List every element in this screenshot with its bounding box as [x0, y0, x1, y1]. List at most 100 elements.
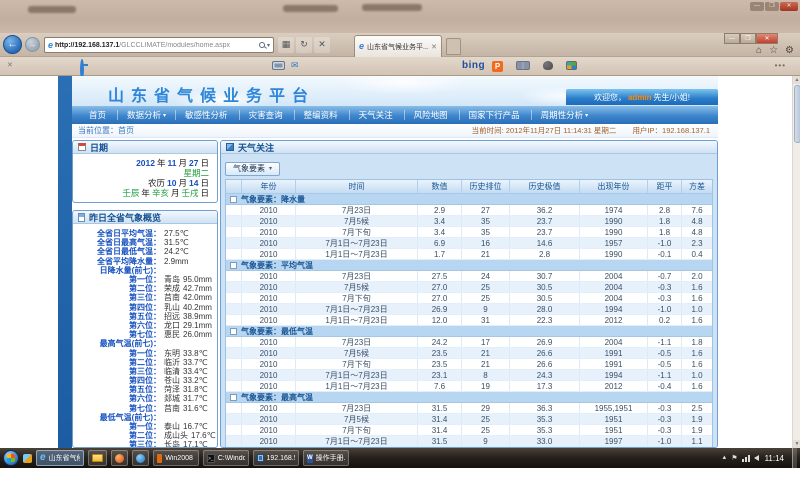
group-checkbox[interactable]: [230, 328, 237, 335]
group-checkbox[interactable]: [230, 262, 237, 269]
taskbar-folder-button[interactable]: [88, 450, 107, 466]
column-header[interactable]: 出现年份: [580, 180, 648, 193]
nav-item[interactable]: 周期性分析▾: [531, 110, 598, 120]
group-header-row[interactable]: 气象要素：最低气温: [226, 326, 712, 337]
apps-grid-icon[interactable]: [566, 61, 577, 70]
addon-toolbar: ✕ ✉ bing P •••: [0, 57, 800, 76]
nav-item[interactable]: 天气关注: [349, 110, 404, 120]
table-row[interactable]: 2010 7月5候 27.0 25 30.5 2004: [226, 282, 712, 293]
taskbar-player-button[interactable]: [132, 450, 149, 466]
maximize-icon[interactable]: ❐: [740, 33, 756, 44]
more-options-icon[interactable]: •••: [775, 61, 786, 70]
start-button[interactable]: [3, 450, 19, 466]
cell-variance: 1.6: [682, 293, 712, 303]
favorites-star-icon[interactable]: ☆: [769, 45, 778, 56]
table-row[interactable]: 2010 1月1日～7月23日 12.0 31 22.3 2012: [226, 315, 712, 326]
scrollbar-thumb[interactable]: [794, 85, 800, 143]
group-header-row[interactable]: 气象要素：平均气温: [226, 260, 712, 271]
table-row[interactable]: 2010 7月1日～7月23日 23.1 8 24.3 1994: [226, 370, 712, 381]
table-row[interactable]: 2010 7月23日 2.9 27 36.2 1974: [226, 205, 712, 216]
camera-icon[interactable]: [272, 61, 285, 70]
table-row[interactable]: 2010 1月1日～7月23日 1.7 21 2.8 1990: [226, 249, 712, 260]
taskbar-clock[interactable]: 11:14: [763, 454, 788, 463]
addon-close-icon[interactable]: ✕: [7, 61, 13, 69]
browser-tab[interactable]: e 山东省气候业务平... ✕: [354, 35, 442, 57]
url-text[interactable]: http://192.168.137.1/GLCCLIMATE/modules/…: [55, 42, 257, 49]
back-button[interactable]: ←: [3, 35, 22, 54]
cell-variance: 1.1: [682, 436, 712, 446]
table-row[interactable]: 2010 7月下旬 27.0 25 30.5 2004: [226, 293, 712, 304]
nav-item[interactable]: 首页: [80, 110, 117, 120]
group-checkbox[interactable]: [230, 196, 237, 203]
group-checkbox[interactable]: [230, 394, 237, 401]
chevron-down-icon[interactable]: ▾: [267, 42, 270, 49]
scroll-up-icon[interactable]: ▲: [793, 76, 800, 84]
tab-close-icon[interactable]: ✕: [431, 43, 437, 51]
table-row[interactable]: 2010 7月下旬 31.4 25 35.3 1951: [226, 425, 712, 436]
minimize-icon[interactable]: —: [724, 33, 740, 44]
table-row[interactable]: 2010 7月下旬 3.4 35 23.7 1990: [226, 227, 712, 238]
table-row[interactable]: 2010 7月23日 24.2 17 26.9 2004: [226, 337, 712, 348]
nav-item[interactable]: 风险地图: [404, 110, 459, 120]
table-row[interactable]: 2010 7月下旬 23.5 21 26.6 1991: [226, 359, 712, 370]
table-row[interactable]: 2010 7月23日 31.5 29 36.3 1955,1951: [226, 403, 712, 414]
table-row[interactable]: 2010 7月5候 31.4 25 35.3 1951: [226, 414, 712, 425]
taskbar-cmd-button[interactable]: >_ C:\Windows\s...: [203, 450, 249, 466]
table-row[interactable]: 2010 7月1日～7月23日 26.9 9 28.0 1994: [226, 304, 712, 315]
search-icon[interactable]: [259, 42, 265, 48]
plugin-badge[interactable]: P: [492, 61, 503, 72]
column-header[interactable]: 历史排位: [462, 180, 510, 193]
table-row[interactable]: 2010 7月1日～7月23日 6.9 16 14.6 1957: [226, 238, 712, 249]
action-center-flag-icon[interactable]: ⚑: [731, 454, 737, 462]
nav-item[interactable]: 国家下行产品: [459, 110, 531, 120]
volume-icon[interactable]: [754, 455, 759, 461]
show-hidden-icons-icon[interactable]: ▲: [721, 455, 727, 461]
new-tab-button[interactable]: [446, 38, 461, 55]
column-header[interactable]: 方差: [682, 180, 712, 193]
weather-summary-row: 全省平均降水量： 2.9mm: [73, 257, 217, 266]
forward-button[interactable]: →: [25, 37, 40, 52]
group-header-row[interactable]: 气象要素：最高气温: [226, 392, 712, 403]
paw-icon[interactable]: [543, 61, 553, 70]
column-header[interactable]: 距平: [648, 180, 682, 193]
taskbar-ie-button[interactable]: e 山东省气候...: [36, 450, 84, 466]
table-row[interactable]: 2010 7月5候 3.4 35 23.7 1990: [226, 216, 712, 227]
nav-item[interactable]: 整编资料: [294, 110, 349, 120]
table-row[interactable]: 2010 1月1日～7月23日 7.6 19 17.3 2012: [226, 381, 712, 392]
element-filter-button[interactable]: 气象要素 ▾: [225, 162, 280, 176]
compatibility-view-icon[interactable]: ▦: [278, 37, 294, 53]
stop-icon[interactable]: ✕: [314, 37, 330, 53]
table-row[interactable]: 2010 7月1日～7月23日 31.5 9 33.0 1997: [226, 436, 712, 447]
show-desktop-button[interactable]: [792, 448, 797, 468]
scroll-down-icon[interactable]: ▼: [793, 440, 800, 448]
bing-logo[interactable]: bing: [462, 60, 485, 71]
tools-gear-icon[interactable]: ⚙: [785, 45, 794, 56]
nav-item[interactable]: 敏感性分析: [175, 110, 239, 120]
column-header[interactable]: 年份: [242, 180, 296, 193]
column-header[interactable]: 时间: [296, 180, 418, 193]
maximize-icon[interactable]: ❐: [765, 2, 779, 11]
mail-icon[interactable]: ✉: [291, 61, 299, 70]
taskbar-media-button[interactable]: [111, 450, 128, 466]
group-header-row[interactable]: 气象要素：降水量: [226, 194, 712, 205]
home-icon[interactable]: ⌂: [756, 45, 762, 56]
nav-item[interactable]: 数据分析▾: [117, 110, 175, 120]
quick-launch-icon[interactable]: [23, 454, 32, 463]
close-icon[interactable]: ✕: [756, 33, 778, 44]
background-window-titlebar: — ❐ ✕: [0, 0, 800, 33]
nav-item[interactable]: 灾害查询: [239, 110, 294, 120]
page-scrollbar[interactable]: ▲ ▼: [792, 76, 800, 448]
taskbar-rdp-button[interactable]: 192.168.58.99...: [253, 450, 299, 466]
minimize-icon[interactable]: —: [750, 2, 764, 11]
table-row[interactable]: 2010 7月23日 27.5 24 30.7 2004: [226, 271, 712, 282]
network-icon[interactable]: [742, 455, 750, 462]
address-bar[interactable]: e http://192.168.137.1/GLCCLIMATE/module…: [44, 37, 274, 53]
taskbar-word-button[interactable]: W 操作手册.docx...: [303, 450, 349, 466]
gallery-icon[interactable]: [516, 61, 530, 70]
column-header[interactable]: 历史极值: [510, 180, 580, 193]
refresh-icon[interactable]: ↻: [296, 37, 312, 53]
taskbar-vm-button[interactable]: Win2008 (VS2...: [153, 450, 199, 466]
close-icon[interactable]: ✕: [780, 2, 798, 11]
column-header[interactable]: 数值: [418, 180, 462, 193]
table-row[interactable]: 2010 7月5候 23.5 21 26.6 1991: [226, 348, 712, 359]
